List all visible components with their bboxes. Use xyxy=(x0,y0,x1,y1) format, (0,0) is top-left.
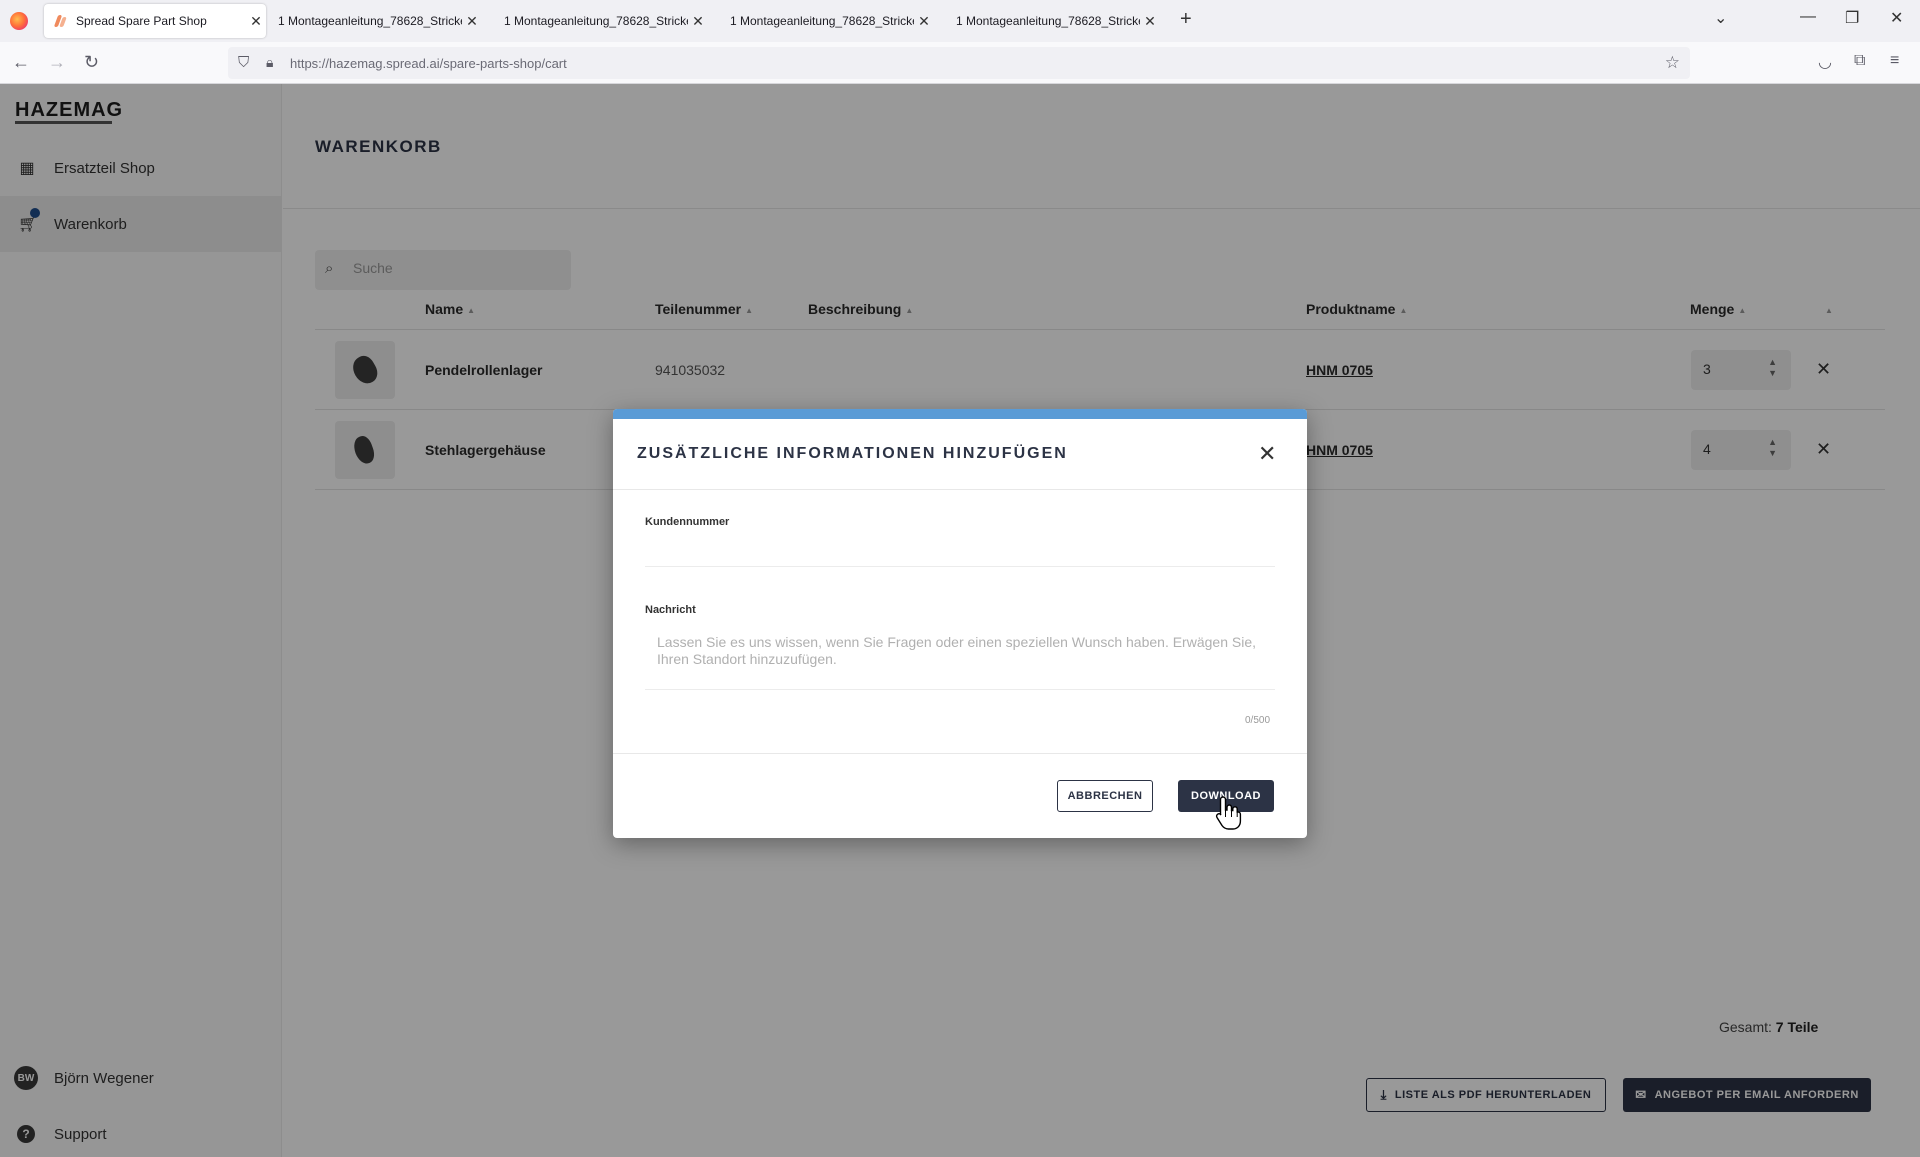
back-arrow-icon[interactable]: ← xyxy=(12,52,30,73)
url-text[interactable]: https://hazemag.spread.ai/spare-parts-sh… xyxy=(290,56,567,71)
character-counter: 0/500 xyxy=(1245,715,1271,726)
dialog-header-divider xyxy=(613,489,1307,490)
tab-close-icon[interactable]: ✕ xyxy=(462,13,482,30)
hand-pointer-cursor-icon xyxy=(1215,796,1242,830)
tab-title: 1 Montageanleitung_78628_Stricker xyxy=(504,14,688,28)
lock-icon[interactable]: 🔒︎ xyxy=(266,54,273,71)
browser-tab-bar: Spread Spare Part Shop ✕ 1 Montageanleit… xyxy=(0,0,1920,42)
firefox-logo-icon xyxy=(10,12,28,30)
restore-icon[interactable]: ❐ xyxy=(1845,8,1859,28)
tab-title: 1 Montageanleitung_78628_Stricker xyxy=(730,14,914,28)
pocket-icon[interactable]: ◡ xyxy=(1818,52,1832,72)
tab-close-icon[interactable]: ✕ xyxy=(246,13,266,30)
window-close-icon[interactable]: ✕ xyxy=(1890,8,1903,28)
shield-icon[interactable]: ⛉ xyxy=(238,54,249,71)
tab-close-icon[interactable]: ✕ xyxy=(914,13,934,30)
browser-tab[interactable]: 1 Montageanleitung_78628_Stricker ✕ xyxy=(498,4,708,38)
dialog-footer-divider xyxy=(613,753,1307,754)
tab-title: 1 Montageanleitung_78628_Stricker xyxy=(278,14,462,28)
minimize-icon[interactable]: — xyxy=(1800,8,1816,26)
spread-favicon-icon xyxy=(54,14,68,28)
browser-tab[interactable]: 1 Montageanleitung_78628_Stricker ✕ xyxy=(950,4,1160,38)
tab-title: 1 Montageanleitung_78628_Stricker xyxy=(956,14,1140,28)
close-icon[interactable]: ✕ xyxy=(1258,441,1276,467)
message-textarea[interactable] xyxy=(645,630,1275,690)
extensions-icon[interactable]: ⧉ xyxy=(1854,52,1865,70)
browser-tab[interactable]: 1 Montageanleitung_78628_Stricker ✕ xyxy=(724,4,934,38)
reload-icon[interactable]: ↻ xyxy=(84,52,99,73)
forward-arrow-icon[interactable]: → xyxy=(48,52,66,73)
additional-info-dialog: ZUSÄTZLICHE INFORMATIONEN HINZUFÜGEN ✕ K… xyxy=(613,409,1307,838)
customer-number-field[interactable] xyxy=(645,539,1275,567)
browser-nav-bar: ← → ↻ ⛉ 🔒︎ https://hazemag.spread.ai/spa… xyxy=(0,42,1920,84)
tab-close-icon[interactable]: ✕ xyxy=(1140,13,1160,30)
cancel-button[interactable]: ABBRECHEN xyxy=(1057,780,1153,812)
new-tab-plus-icon[interactable]: + xyxy=(1180,8,1192,31)
customer-number-label: Kundennummer xyxy=(645,516,730,528)
browser-tab[interactable]: 1 Montageanleitung_78628_Stricker ✕ xyxy=(272,4,482,38)
tab-list-chevron-icon[interactable]: ⌄ xyxy=(1714,8,1727,28)
tab-close-icon[interactable]: ✕ xyxy=(688,13,708,30)
browser-tab-active[interactable]: Spread Spare Part Shop ✕ xyxy=(44,4,266,38)
tab-title: Spread Spare Part Shop xyxy=(76,14,207,28)
url-bar[interactable]: ⛉ 🔒︎ https://hazemag.spread.ai/spare-par… xyxy=(228,47,1690,79)
dialog-title: ZUSÄTZLICHE INFORMATIONEN HINZUFÜGEN xyxy=(637,445,1068,462)
bookmark-star-icon[interactable]: ☆ xyxy=(1665,53,1680,73)
dialog-accent-bar xyxy=(613,409,1307,419)
message-label: Nachricht xyxy=(645,604,696,616)
menu-hamburger-icon[interactable]: ≡ xyxy=(1890,52,1899,70)
